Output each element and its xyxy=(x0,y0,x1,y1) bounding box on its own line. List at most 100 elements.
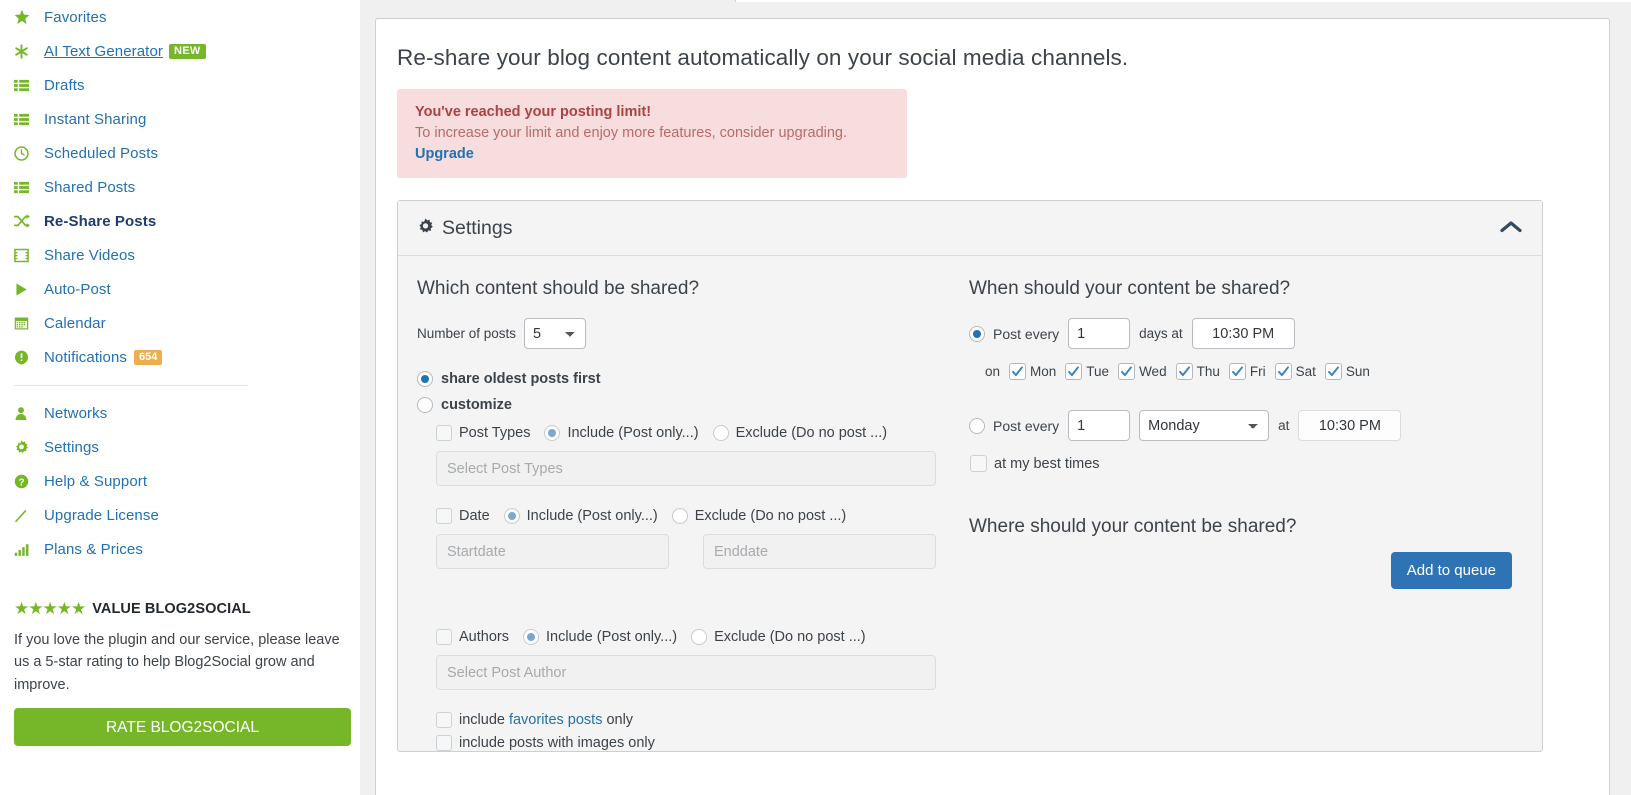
alert-text: To increase your limit and enjoy more fe… xyxy=(415,125,848,141)
sidebar-item-share-videos[interactable]: Share Videos xyxy=(0,238,360,272)
sidebar-item-instant-sharing[interactable]: Instant Sharing xyxy=(0,102,360,136)
enddate-input[interactable] xyxy=(703,534,936,569)
days-interval-input[interactable] xyxy=(1068,318,1131,349)
number-of-posts-select[interactable]: 5 xyxy=(524,318,587,349)
pencil-icon xyxy=(14,508,44,523)
checkbox-day-fri[interactable] xyxy=(1228,363,1246,380)
post-every-weekday-row: Post every Monday at xyxy=(969,410,1533,441)
weeks-interval-input[interactable] xyxy=(1068,410,1131,441)
favorites-posts-link[interactable]: favorites posts xyxy=(509,712,603,728)
day-label-mon: Mon xyxy=(1030,364,1057,379)
sidebar-item-networks[interactable]: Networks xyxy=(0,396,360,430)
radio-customize[interactable] xyxy=(417,397,433,413)
mode-customize-row[interactable]: customize xyxy=(417,397,958,413)
sidebar-item-plans-prices[interactable]: Plans & Prices xyxy=(0,532,360,566)
day-label-thu: Thu xyxy=(1196,364,1220,379)
sidebar-item-favorites[interactable]: Favorites xyxy=(0,0,360,34)
mode-oldest-label: share oldest posts first xyxy=(441,371,601,387)
checkbox-authors[interactable] xyxy=(436,629,452,645)
checkbox-day-thu[interactable] xyxy=(1175,363,1193,380)
which-content-question: Which content should be shared? xyxy=(417,278,700,299)
images-only-label: include posts with images only xyxy=(459,735,655,751)
checkbox-day-sat[interactable] xyxy=(1274,363,1292,380)
checkbox-day-mon[interactable] xyxy=(1009,363,1027,380)
sidebar-item-label: Help & Support xyxy=(44,472,148,490)
date-exclude-label: Exclude (Do no post ...) xyxy=(694,508,847,524)
favorites-only-suffix: only xyxy=(606,712,634,728)
images-only-row: include posts with images only xyxy=(436,735,958,751)
checkbox-post-types[interactable] xyxy=(436,425,452,441)
sidebar-item-ai-text-generator[interactable]: AI Text Generator NEW xyxy=(0,34,360,68)
sidebar-item-notifications[interactable]: Notifications 654 xyxy=(0,340,360,374)
day-label-tue: Tue xyxy=(1086,364,1110,379)
radio-authors-exclude[interactable] xyxy=(691,629,708,645)
radio-post-every-days[interactable] xyxy=(969,325,985,342)
checkbox-day-tue[interactable] xyxy=(1065,363,1083,380)
calendar-icon xyxy=(14,316,44,331)
checkbox-date[interactable] xyxy=(436,508,452,524)
favorites-only-row: include favorites posts only xyxy=(436,712,958,728)
sidebar-divider xyxy=(14,385,248,386)
rate-blog2social-button[interactable]: RATE BLOG2SOCIAL xyxy=(14,708,351,747)
radio-post-every-weekday[interactable] xyxy=(969,417,985,434)
post-types-label: Post Types xyxy=(459,425,531,441)
sidebar-item-label: Networks xyxy=(44,404,108,422)
radio-authors-include[interactable] xyxy=(522,629,539,645)
sidebar-item-settings[interactable]: Settings xyxy=(0,430,360,464)
rating-block: ★★★★★ VALUE BLOG2SOCIAL If you love the … xyxy=(0,566,360,747)
checkbox-images-only[interactable] xyxy=(436,735,452,751)
time-daily-input[interactable] xyxy=(1191,318,1295,349)
star-icon xyxy=(14,9,44,25)
day-label-sun: Sun xyxy=(1345,364,1370,379)
checkbox-day-wed[interactable] xyxy=(1118,363,1136,380)
sidebar-item-drafts[interactable]: Drafts xyxy=(0,68,360,102)
date-inputs-row xyxy=(436,534,958,569)
settings-panel-title: Settings xyxy=(442,216,513,239)
gear-icon xyxy=(417,218,434,238)
sidebar-item-help-support[interactable]: ? Help & Support xyxy=(0,464,360,498)
select-post-types-input[interactable] xyxy=(436,451,936,486)
weekday-select[interactable]: Monday xyxy=(1139,410,1270,441)
settings-panel-header[interactable]: Settings xyxy=(398,201,1542,256)
post-types-include-label: Include (Post only...) xyxy=(567,425,699,441)
radio-post-types-include[interactable] xyxy=(544,425,561,441)
days-at-label: days at xyxy=(1139,326,1183,341)
checkbox-favorites-only[interactable] xyxy=(436,712,452,728)
sidebar-item-label: Notifications xyxy=(44,348,128,366)
list-icon xyxy=(14,112,44,127)
sidebar-item-shared-posts[interactable]: Shared Posts xyxy=(0,170,360,204)
radio-post-types-exclude[interactable] xyxy=(712,425,729,441)
settings-panel: Settings Which content should be shared?… xyxy=(397,200,1543,752)
when-question: When should your content be shared? xyxy=(969,278,1291,299)
sidebar-item-label: Drafts xyxy=(44,76,85,94)
time-weekly-input[interactable] xyxy=(1298,410,1402,441)
shuffle-icon xyxy=(14,213,44,229)
add-to-queue-wrap: Add to queue xyxy=(969,552,1533,589)
sidebar-item-upgrade-license[interactable]: Upgrade License xyxy=(0,498,360,532)
list-icon xyxy=(14,180,44,195)
svg-text:?: ? xyxy=(18,477,24,488)
radio-share-oldest-posts-first[interactable] xyxy=(417,371,433,387)
checkbox-day-sun[interactable] xyxy=(1324,363,1342,380)
radio-date-exclude[interactable] xyxy=(671,508,688,524)
date-row: Date Include (Post only...) Exclude (Do … xyxy=(436,508,958,524)
chevron-up-icon[interactable] xyxy=(1500,220,1522,237)
alert-icon xyxy=(14,350,44,365)
radio-date-include[interactable] xyxy=(503,508,520,524)
sidebar-item-scheduled-posts[interactable]: Scheduled Posts xyxy=(0,136,360,170)
upgrade-link[interactable]: Upgrade xyxy=(415,146,474,162)
sidebar-item-calendar[interactable]: Calendar xyxy=(0,306,360,340)
sidebar-item-label: Shared Posts xyxy=(44,178,136,196)
checkbox-at-my-best-times[interactable] xyxy=(970,455,987,472)
sidebar-item-re-share-posts[interactable]: Re-Share Posts xyxy=(0,204,360,238)
posting-limit-alert: You've reached your posting limit! To in… xyxy=(397,89,907,178)
add-to-queue-button[interactable]: Add to queue xyxy=(1390,552,1512,589)
where-question: Where should your content be shared? xyxy=(969,516,1297,537)
select-post-author-input[interactable] xyxy=(436,655,936,690)
film-icon xyxy=(14,248,44,263)
startdate-input[interactable] xyxy=(436,534,669,569)
sidebar-item-auto-post[interactable]: Auto-Post xyxy=(0,272,360,306)
content-card: Re-share your blog content automatically… xyxy=(375,18,1610,795)
sidebar-secondary-nav: Networks Settings ? Help & Support Upgra… xyxy=(0,396,360,566)
mode-oldest-row[interactable]: share oldest posts first xyxy=(417,371,958,387)
